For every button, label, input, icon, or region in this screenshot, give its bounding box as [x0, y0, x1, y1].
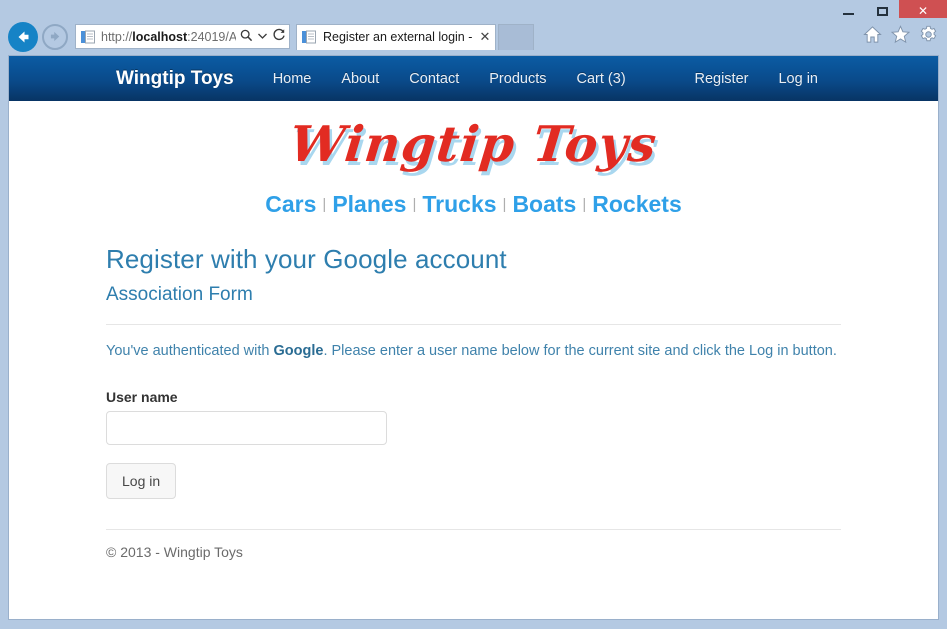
category-link-planes[interactable]: Planes	[329, 191, 409, 217]
site-nav-links: Home About Contact Products Cart (3)	[258, 71, 641, 87]
browser-window: ✕ http://localhost:24019/A Register an e…	[0, 0, 947, 629]
site-logo-text: Wingtip Toys	[287, 115, 660, 173]
favorites-icon[interactable]	[890, 24, 911, 49]
back-icon	[18, 31, 29, 42]
nav-item-cart[interactable]: Cart (3)	[562, 71, 641, 87]
site-nav-account-links: Register Log in	[679, 71, 833, 87]
divider-top	[106, 324, 841, 325]
address-host: localhost	[132, 29, 188, 44]
tab-close-icon[interactable]: ✕	[475, 29, 495, 45]
browser-toolbar: http://localhost:24019/Acc	[0, 18, 947, 55]
category-nav: Cars | Planes | Trucks | Boats | Rockets	[9, 173, 938, 218]
address-path: :24019/Acc	[187, 29, 236, 44]
username-input[interactable]	[106, 411, 387, 445]
minimize-icon	[842, 13, 854, 15]
forward-button[interactable]	[42, 23, 68, 50]
association-form: User name Log in	[106, 389, 841, 499]
title-bar: ✕	[0, 0, 947, 22]
page-subtitle: Association Form	[106, 284, 253, 305]
address-scheme: http://	[101, 29, 133, 44]
site-logo: Wingtip Toys	[9, 101, 938, 173]
category-link-rockets[interactable]: Rockets	[589, 191, 684, 217]
page-icon	[80, 29, 96, 45]
site-navbar: Wingtip Toys Home About Contact Products…	[9, 56, 938, 101]
site-brand[interactable]: Wingtip Toys	[116, 68, 234, 90]
tab-page-icon	[301, 29, 317, 45]
category-link-boats[interactable]: Boats	[509, 191, 579, 217]
auth-message-suffix: . Please enter a user name below for the…	[323, 343, 837, 359]
nav-item-home[interactable]: Home	[258, 71, 327, 87]
login-button[interactable]: Log in	[106, 463, 177, 499]
page-viewport: Wingtip Toys Home About Contact Products…	[8, 55, 939, 620]
nav-item-products[interactable]: Products	[474, 71, 561, 87]
username-label: User name	[106, 389, 178, 405]
category-link-cars[interactable]: Cars	[262, 191, 319, 217]
back-button[interactable]	[8, 21, 38, 52]
auth-provider-name: Google	[273, 343, 324, 359]
close-icon: ✕	[917, 4, 929, 18]
category-separator: |	[412, 196, 417, 213]
chevron-down-icon[interactable]	[256, 32, 269, 41]
home-icon[interactable]	[863, 25, 882, 49]
category-link-trucks[interactable]: Trucks	[419, 191, 499, 217]
address-text: http://localhost:24019/Acc	[101, 30, 236, 44]
maximize-icon	[876, 6, 888, 16]
browser-tab[interactable]: Register an external login - ... ✕	[296, 23, 496, 50]
nav-item-register[interactable]: Register	[679, 71, 763, 87]
category-separator: |	[502, 196, 507, 213]
browser-toolbar-icons	[863, 24, 938, 49]
settings-icon[interactable]	[919, 25, 938, 49]
nav-item-login[interactable]: Log in	[763, 71, 833, 87]
category-separator: |	[322, 196, 327, 213]
page-title: Register with your Google account	[106, 244, 507, 274]
footer-copyright: © 2013 - Wingtip Toys	[106, 544, 243, 560]
refresh-icon[interactable]	[269, 28, 289, 45]
tab-title: Register an external login - ...	[323, 30, 475, 44]
forward-icon	[50, 31, 59, 42]
search-icon[interactable]	[236, 29, 256, 45]
address-bar[interactable]: http://localhost:24019/Acc	[75, 24, 290, 49]
auth-message: You've authenticated with Google. Please…	[106, 343, 841, 359]
nav-item-about[interactable]: About	[326, 71, 394, 87]
nav-item-contact[interactable]: Contact	[394, 71, 474, 87]
category-separator: |	[582, 196, 587, 213]
new-tab-button[interactable]	[498, 23, 534, 50]
divider-footer	[106, 529, 841, 530]
main-content: Register with your Google account Associ…	[9, 244, 938, 560]
auth-message-prefix: You've authenticated with	[106, 343, 274, 359]
